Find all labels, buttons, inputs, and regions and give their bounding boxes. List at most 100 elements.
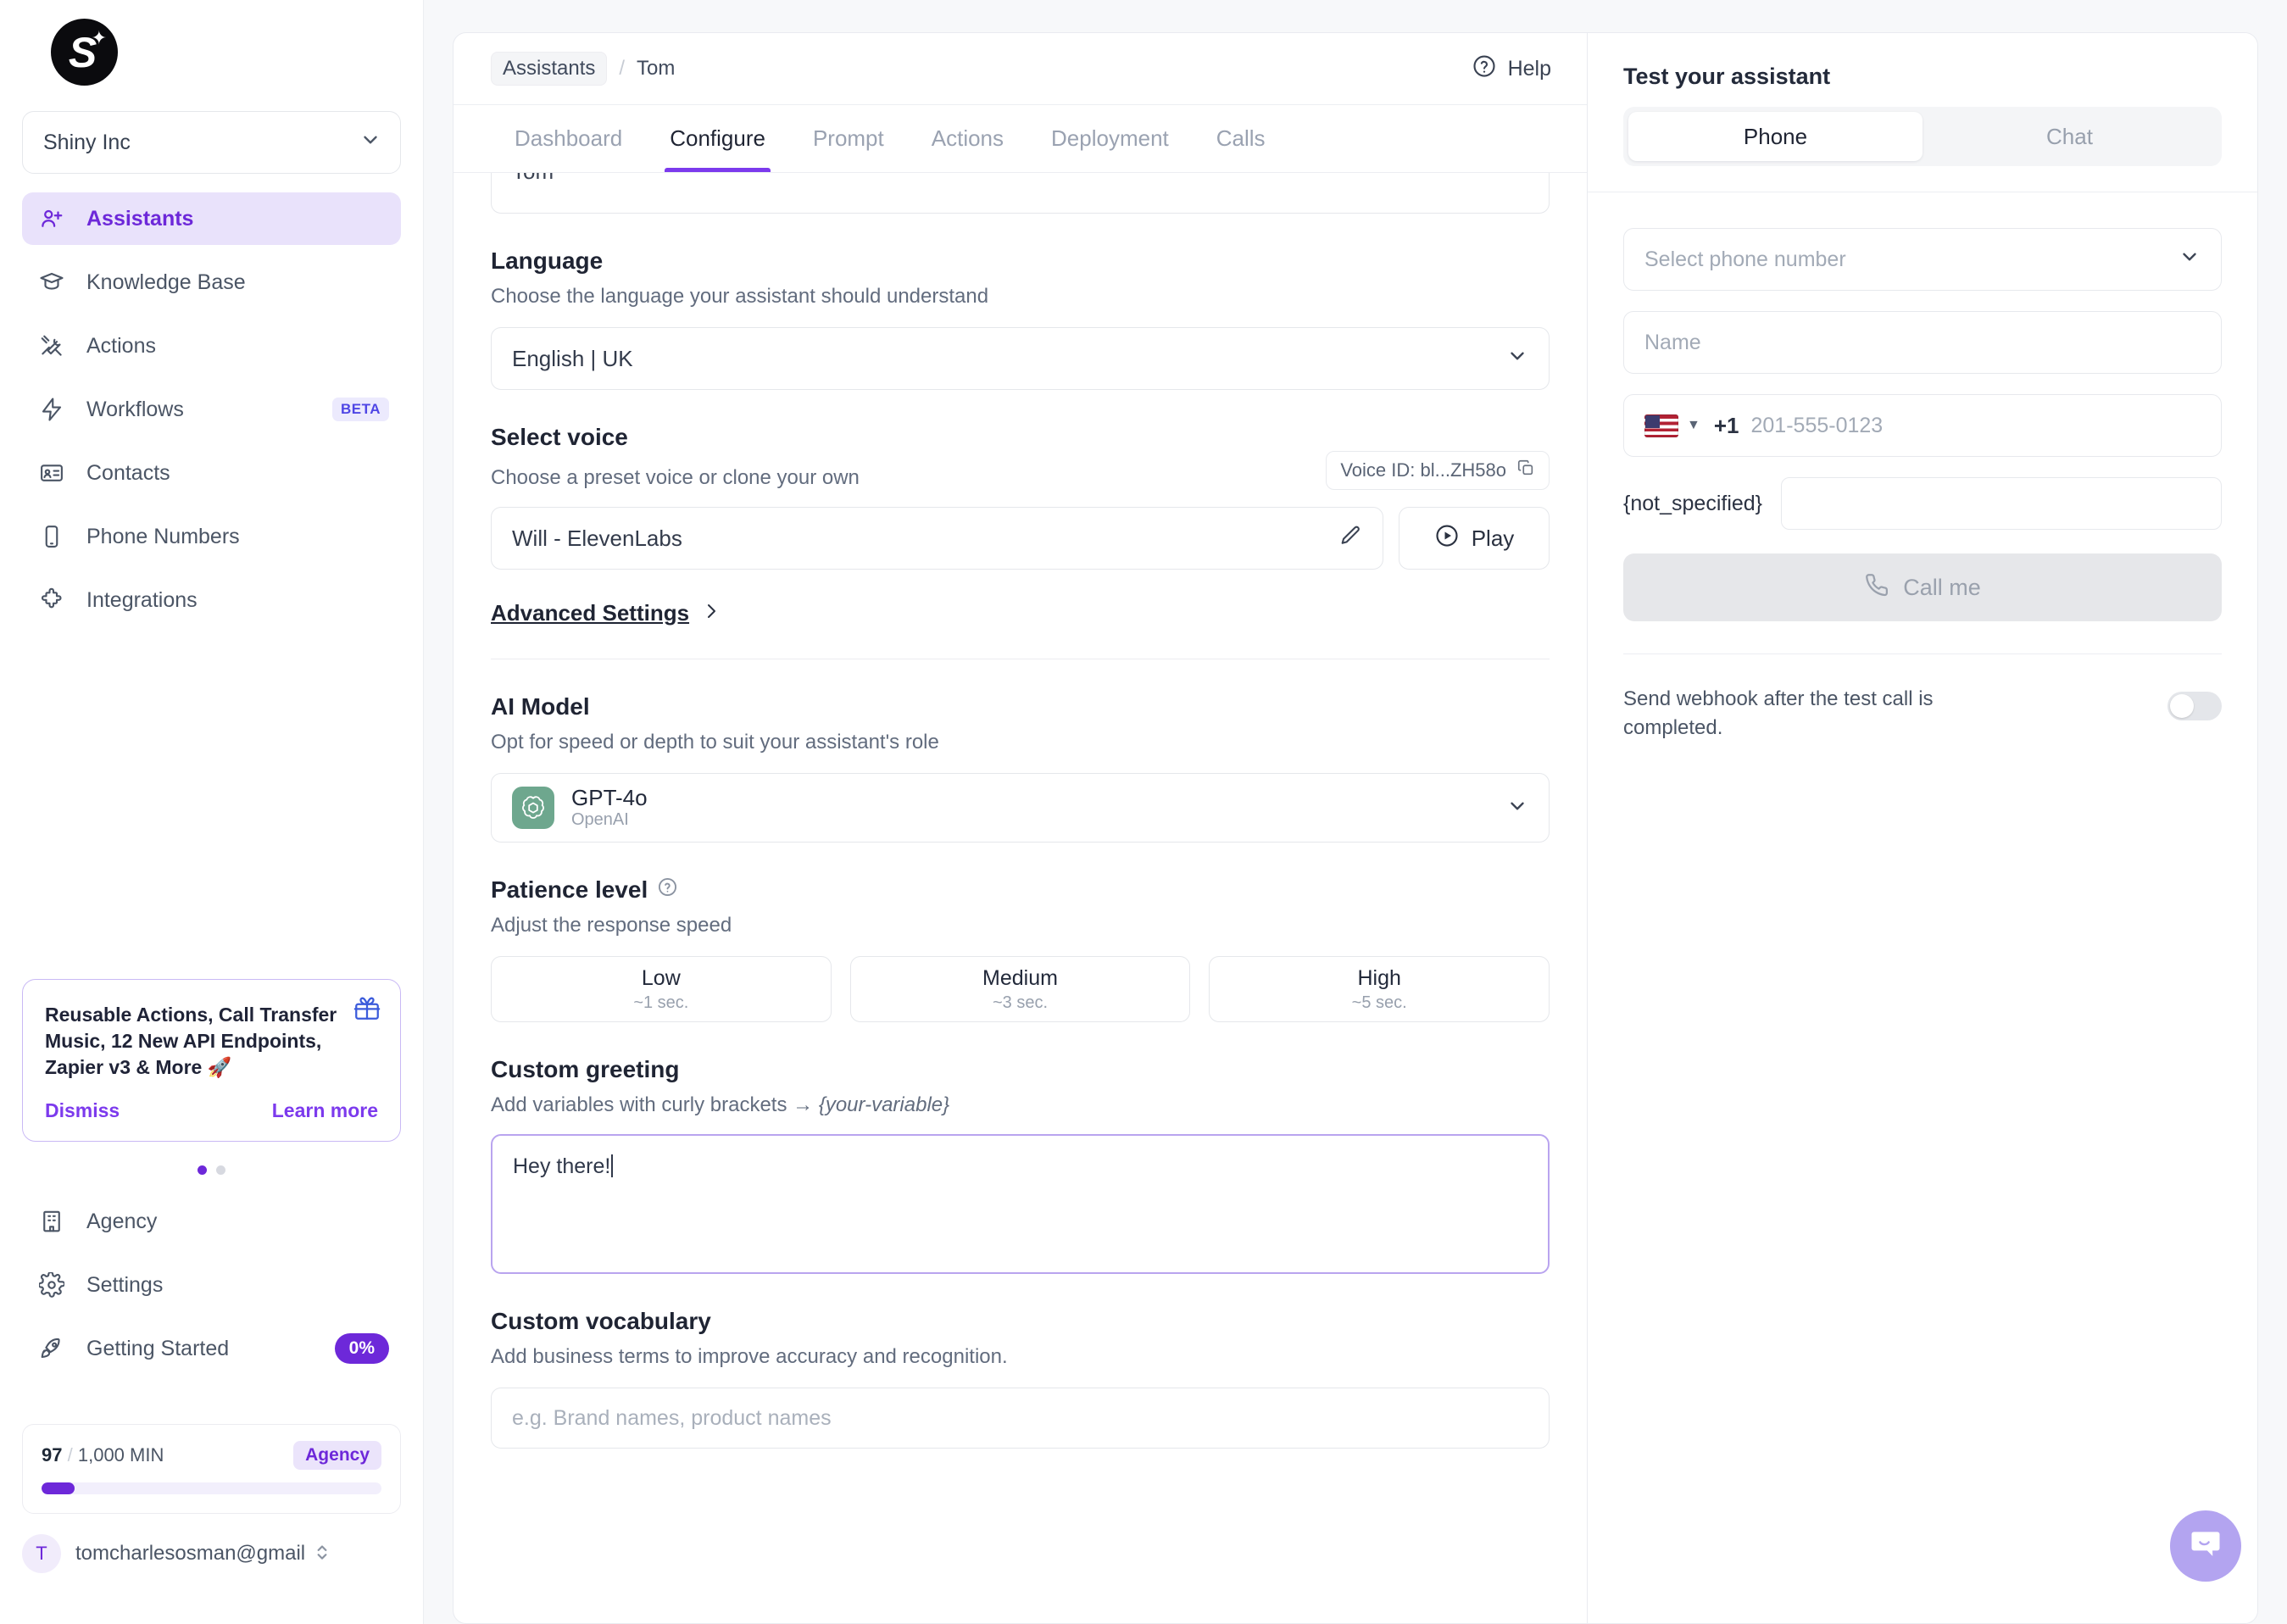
greeting-subtitle-variable: {your-variable} (818, 1093, 950, 1116)
sidebar-item-integrations[interactable]: Integrations (22, 574, 401, 626)
play-label: Play (1471, 525, 1515, 551)
sidebar-item-actions[interactable]: Actions (22, 320, 401, 372)
advanced-settings-link[interactable]: Advanced Settings (491, 600, 1550, 626)
sidebar-item-settings[interactable]: Settings (22, 1259, 401, 1311)
voice-id-copy-button[interactable]: Voice ID: bl...ZH58o (1326, 451, 1550, 490)
sidebar-item-assistants[interactable]: Assistants (22, 192, 401, 245)
greeting-subtitle: Add variables with curly brackets → {you… (491, 1093, 1550, 1117)
organization-name: Shiny Inc (43, 130, 131, 154)
chat-bubble-icon (2187, 1526, 2224, 1567)
patience-option-detail: ~3 sec. (992, 993, 1049, 1012)
patience-option-medium[interactable]: Medium ~3 sec. (849, 956, 1191, 1022)
patience-title-text: Patience level (491, 876, 648, 903)
tab-configure[interactable]: Configure (646, 105, 789, 172)
assistant-name-input[interactable]: Tom (491, 173, 1550, 214)
onboarding-progress-badge: 0% (334, 1333, 389, 1364)
language-group: Language Choose the language your assist… (491, 247, 1550, 390)
building-icon (39, 1209, 73, 1234)
test-panel-title: Test your assistant (1623, 64, 1831, 89)
test-mode-phone[interactable]: Phone (1628, 112, 1923, 161)
sidebar: S ✦ Shiny Inc Assistants Knowledge Base (0, 0, 424, 1624)
tab-deployment[interactable]: Deployment (1027, 105, 1193, 172)
bolt-icon (39, 397, 73, 422)
us-flag-icon[interactable] (1644, 414, 1678, 437)
breadcrumb-separator: / (619, 57, 626, 80)
webhook-toggle[interactable] (2167, 692, 2222, 720)
play-icon (1434, 523, 1460, 554)
test-phone-input[interactable]: ▼ +1 201-555-0123 (1623, 394, 2222, 457)
support-chat-button[interactable] (2170, 1510, 2241, 1582)
voice-id-label: Voice ID: bl...ZH58o (1340, 459, 1506, 481)
tab-prompt[interactable]: Prompt (789, 105, 908, 172)
account-switcher[interactable]: T tomcharlesosman@gmail (22, 1534, 401, 1573)
sidebar-item-workflows[interactable]: Workflows BETA (22, 383, 401, 436)
ai-model-subtitle: Opt for speed or depth to suit your assi… (491, 731, 939, 754)
help-label: Help (1507, 56, 1551, 81)
pencil-icon[interactable] (1338, 524, 1362, 553)
language-value: English | UK (512, 345, 633, 371)
ai-model-select[interactable]: GPT-4o OpenAI (491, 773, 1550, 843)
patience-option-high[interactable]: High ~5 sec. (1209, 956, 1550, 1022)
user-plus-icon (39, 206, 73, 231)
beta-badge: BETA (331, 398, 389, 421)
chevron-updown-icon (314, 1541, 331, 1566)
chevron-down-icon (359, 129, 381, 157)
sidebar-item-label: Getting Started (86, 1336, 230, 1360)
tab-actions[interactable]: Actions (908, 105, 1027, 172)
play-voice-button[interactable]: Play (1399, 507, 1550, 570)
breadcrumb-root[interactable]: Assistants (491, 52, 608, 86)
promo-learn-more-link[interactable]: Learn more (272, 1099, 378, 1122)
test-mode-chat[interactable]: Chat (1923, 112, 2217, 161)
test-mode-switch: Phone Chat (1623, 107, 2222, 166)
carousel-dot-2[interactable] (216, 1165, 225, 1175)
help-circle-icon (1472, 53, 1497, 85)
call-me-label: Call me (1903, 574, 1981, 600)
voice-group: Select voice Choose a preset voice or cl… (491, 424, 1550, 570)
breadcrumb: Assistants / Tom (491, 52, 675, 86)
patience-option-low[interactable]: Low ~1 sec. (491, 956, 832, 1022)
vocabulary-input[interactable]: e.g. Brand names, product names (491, 1388, 1550, 1449)
patience-option-detail: ~5 sec. (1351, 993, 1407, 1012)
voice-select[interactable]: Will - ElevenLabs (491, 507, 1383, 570)
call-me-button[interactable]: Call me (1623, 553, 2222, 621)
info-circle-icon[interactable] (657, 876, 678, 904)
usage-meter: 97 / 1,000 MIN Agency (22, 1424, 401, 1514)
chevron-down-icon: ▼ (1687, 418, 1700, 432)
ai-model-title: AI Model (491, 693, 590, 720)
sidebar-item-phone-numbers[interactable]: Phone Numbers (22, 510, 401, 563)
contact-card-icon (39, 460, 73, 486)
language-title: Language (491, 247, 604, 274)
vocabulary-group: Custom vocabulary Add business terms to … (491, 1308, 1550, 1449)
tab-dashboard[interactable]: Dashboard (491, 105, 646, 172)
chevron-right-icon (701, 601, 721, 626)
custom-variable-input[interactable] (1781, 477, 2222, 530)
dial-code: +1 (1713, 412, 1739, 438)
app-logo: S ✦ (0, 0, 423, 86)
tab-calls[interactable]: Calls (1193, 105, 1289, 172)
carousel-dot-1[interactable] (198, 1165, 207, 1175)
voice-subtitle: Choose a preset voice or clone your own (491, 466, 860, 489)
greeting-textarea[interactable]: Hey there! (491, 1134, 1550, 1274)
assistant-editor-shell: Assistants / Tom Help Dashboard Configur… (453, 32, 2258, 1624)
graduation-cap-icon (39, 270, 73, 295)
sidebar-item-label: Assistants (86, 206, 194, 231)
sidebar-item-getting-started[interactable]: Getting Started 0% (22, 1322, 401, 1375)
phone-number-select[interactable]: Select phone number (1623, 228, 2222, 291)
sidebar-item-agency[interactable]: Agency (22, 1195, 401, 1248)
configure-column: Assistants / Tom Help Dashboard Configur… (454, 33, 1588, 1623)
promo-dismiss-link[interactable]: Dismiss (45, 1099, 120, 1122)
chevron-down-icon (1506, 795, 1528, 821)
sidebar-item-label: Settings (86, 1272, 164, 1297)
language-select[interactable]: English | UK (491, 327, 1550, 390)
secondary-nav: Agency Settings Getting Started 0% (22, 1195, 401, 1386)
help-button[interactable]: Help (1472, 53, 1551, 85)
patience-title: Patience level (491, 876, 1550, 904)
sidebar-item-knowledge-base[interactable]: Knowledge Base (22, 256, 401, 309)
custom-variable-name: {not_specified} (1623, 491, 1763, 515)
chevron-down-icon (1506, 345, 1528, 373)
sidebar-item-contacts[interactable]: Contacts (22, 447, 401, 499)
organization-selector[interactable]: Shiny Inc (22, 111, 401, 174)
configure-scroll-area[interactable]: Tom Language Choose the language your as… (454, 173, 1587, 1623)
custom-variable-row: {not_specified} (1623, 477, 2222, 530)
test-name-input[interactable]: Name (1623, 311, 2222, 374)
